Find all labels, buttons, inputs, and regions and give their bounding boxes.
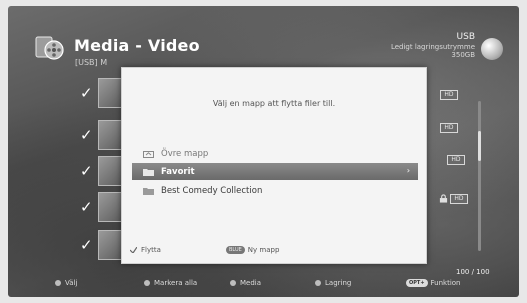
storage-size: 350GB xyxy=(451,51,475,59)
folder-up-icon xyxy=(143,150,154,158)
folder-item-best-comedy[interactable]: Best Comedy Collection xyxy=(122,182,426,199)
move-hint[interactable]: Flytta xyxy=(130,246,161,254)
legend-label: Media xyxy=(240,279,262,287)
disk-usage-icon xyxy=(481,38,503,60)
folder-icon xyxy=(143,187,154,195)
move-label: Flytta xyxy=(141,246,161,254)
hd-badge: HD xyxy=(440,90,458,100)
storage-device: USB xyxy=(456,32,475,42)
check-icon: ✓ xyxy=(80,84,93,102)
legend-label: Lagring xyxy=(325,279,352,287)
legend-media[interactable]: Media xyxy=(230,279,261,287)
opt-key-icon: OPT+ xyxy=(406,279,428,287)
folder-item-parent[interactable]: Övre mapp xyxy=(122,145,426,162)
storage-label: Ledigt lagringsutrymme xyxy=(390,43,475,51)
lock-icon xyxy=(439,194,448,203)
hd-badge: HD xyxy=(450,194,468,204)
legend-label: Välj xyxy=(65,279,78,287)
green-key-icon xyxy=(144,280,150,286)
legend-label: Markera alla xyxy=(154,279,198,287)
chevron-right-icon: › xyxy=(406,166,410,175)
new-folder-hint[interactable]: BLUE Ny mapp xyxy=(226,246,279,254)
folder-label: Övre mapp xyxy=(161,148,209,159)
hd-badge: HD xyxy=(440,123,458,133)
folder-icon xyxy=(143,168,154,176)
hd-badge: HD xyxy=(447,155,465,165)
check-icon: ✓ xyxy=(80,236,93,254)
check-icon: ✓ xyxy=(80,162,93,180)
button-legend: Välj Markera alla Media Lagring OPT+ Fun… xyxy=(8,276,519,292)
item-counter: 100 / 100 xyxy=(456,268,490,276)
check-icon: ✓ xyxy=(80,126,93,144)
new-folder-label: Ny mapp xyxy=(247,246,280,254)
folder-label: Best Comedy Collection xyxy=(161,185,263,196)
red-key-icon xyxy=(55,280,61,286)
page-title: Media - Video xyxy=(74,36,200,55)
dialog-message: Välj en mapp att flytta filer till. xyxy=(212,99,336,108)
check-icon: ✓ xyxy=(80,198,93,216)
tv-screen: Media - Video [USB] M USB Ledigt lagring… xyxy=(8,6,519,297)
legend-select[interactable]: Välj xyxy=(55,279,77,287)
legend-mark-all[interactable]: Markera alla xyxy=(144,279,197,287)
folder-item-favorit[interactable]: Favorit › xyxy=(132,163,418,180)
video-reel-icon xyxy=(35,36,64,60)
scrollbar-track[interactable] xyxy=(478,101,481,251)
legend-storage[interactable]: Lagring xyxy=(315,279,351,287)
blue-key-icon: BLUE xyxy=(226,246,245,254)
yellow-key-icon xyxy=(230,280,236,286)
scrollbar-thumb[interactable] xyxy=(478,131,481,161)
folder-label: Favorit xyxy=(161,166,195,177)
source-path: [USB] M xyxy=(75,58,108,67)
storage-info: USB Ledigt lagringsutrymme 350GB xyxy=(391,32,475,59)
legend-function[interactable]: OPT+ Funktion xyxy=(406,279,461,287)
ok-key-icon xyxy=(130,247,137,253)
legend-label: Funktion xyxy=(430,279,461,287)
move-to-folder-dialog: Välj en mapp att flytta filer till. Övre… xyxy=(121,67,427,264)
blue-key-icon xyxy=(315,280,321,286)
